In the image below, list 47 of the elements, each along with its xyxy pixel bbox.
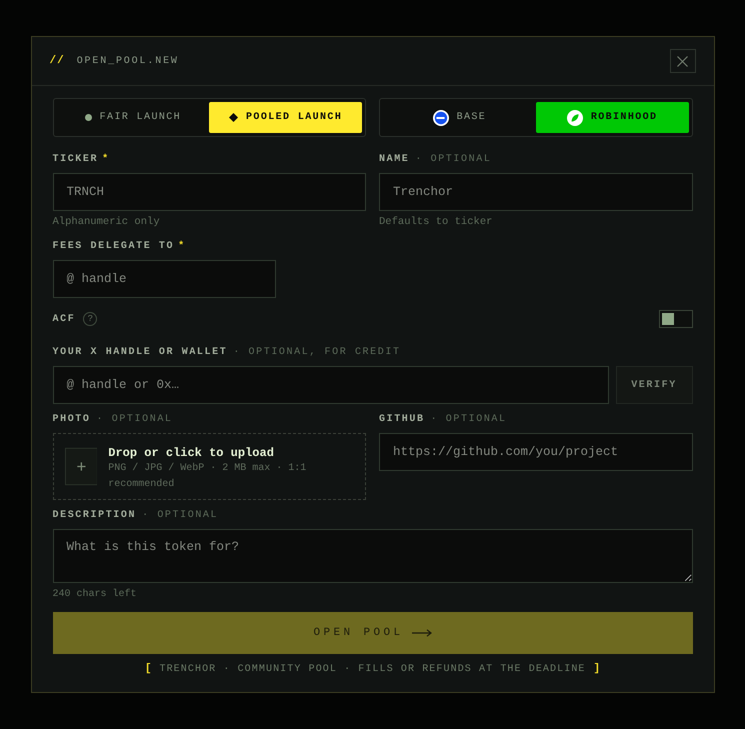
title-prefix: // <box>50 55 65 67</box>
dialog-title: OPEN_POOL.NEW <box>76 56 179 66</box>
input-field[interactable]: TRNCH <box>52 173 366 211</box>
required-mark: * <box>178 240 184 252</box>
optional-note: · OPTIONAL <box>142 510 218 520</box>
upload-dropzone[interactable]: Drop or click to upload PNG / JPG / WebP · 2 MB max · 1:1 recommended <box>52 433 366 500</box>
close-button[interactable] <box>670 49 696 73</box>
network-tab[interactable]: ROBINHOOD <box>536 102 688 133</box>
dot-icon <box>84 114 92 121</box>
network-tab[interactable]: BASE <box>383 102 536 133</box>
input-field[interactable]: Trenchor <box>379 173 692 211</box>
footer-note: TRENCHOR · COMMUNITY POOL · FILLS OR REFUNDS AT THE DEADLINE <box>159 664 586 674</box>
optional-note: · OPTIONAL, FOR CREDIT <box>233 346 401 358</box>
help-button[interactable]: ? <box>83 312 98 326</box>
footer-bracket: [ <box>144 663 152 675</box>
optional-note: · OPTIONAL <box>430 414 507 424</box>
field-label: ACF <box>52 314 76 324</box>
field-label: YOUR X HANDLE OR WALLET <box>52 346 228 358</box>
leaf-icon <box>566 110 583 126</box>
upload-details: PNG / JPG / WebP · 2 MB max · 1:1 recommended <box>108 462 308 492</box>
input-field[interactable]: https://github.com/you/project <box>379 433 692 471</box>
field-label: DESCRIPTION <box>52 510 136 520</box>
field-label: PHOTO <box>52 414 91 424</box>
footer-bracket: ] <box>594 663 600 675</box>
close-icon <box>677 56 688 66</box>
arrow-right-icon <box>412 629 432 637</box>
required-mark: * <box>102 154 108 164</box>
launch-mode-tab[interactable]: POOLED LAUNCH <box>209 102 362 133</box>
verify-button[interactable]: VERIFY <box>616 366 692 404</box>
plus-icon <box>64 446 98 487</box>
field-label: TICKER <box>52 154 98 164</box>
field-hint: Alphanumeric only <box>52 216 161 228</box>
field-label: GITHUB <box>379 414 425 424</box>
input-field[interactable]: @ handle <box>52 260 276 298</box>
optional-note: · OPTIONAL <box>415 154 492 164</box>
field-label: NAME <box>379 154 410 164</box>
char-counter: 240 chars left <box>52 589 138 601</box>
diamond-icon <box>229 113 238 122</box>
description-field[interactable]: What is this token for? <box>52 529 692 583</box>
field-label: FEES DELEGATE TO <box>52 240 174 252</box>
toggle-switch[interactable] <box>658 310 692 328</box>
upload-title: Drop or click to upload <box>108 446 275 460</box>
optional-note: · OPTIONAL <box>96 414 173 424</box>
field-hint: Defaults to ticker <box>379 216 494 228</box>
launch-mode-tab[interactable]: FAIR LAUNCH <box>56 102 210 133</box>
circle-minus-icon <box>432 110 449 126</box>
input-field[interactable]: @ handle or 0x… <box>52 366 608 404</box>
